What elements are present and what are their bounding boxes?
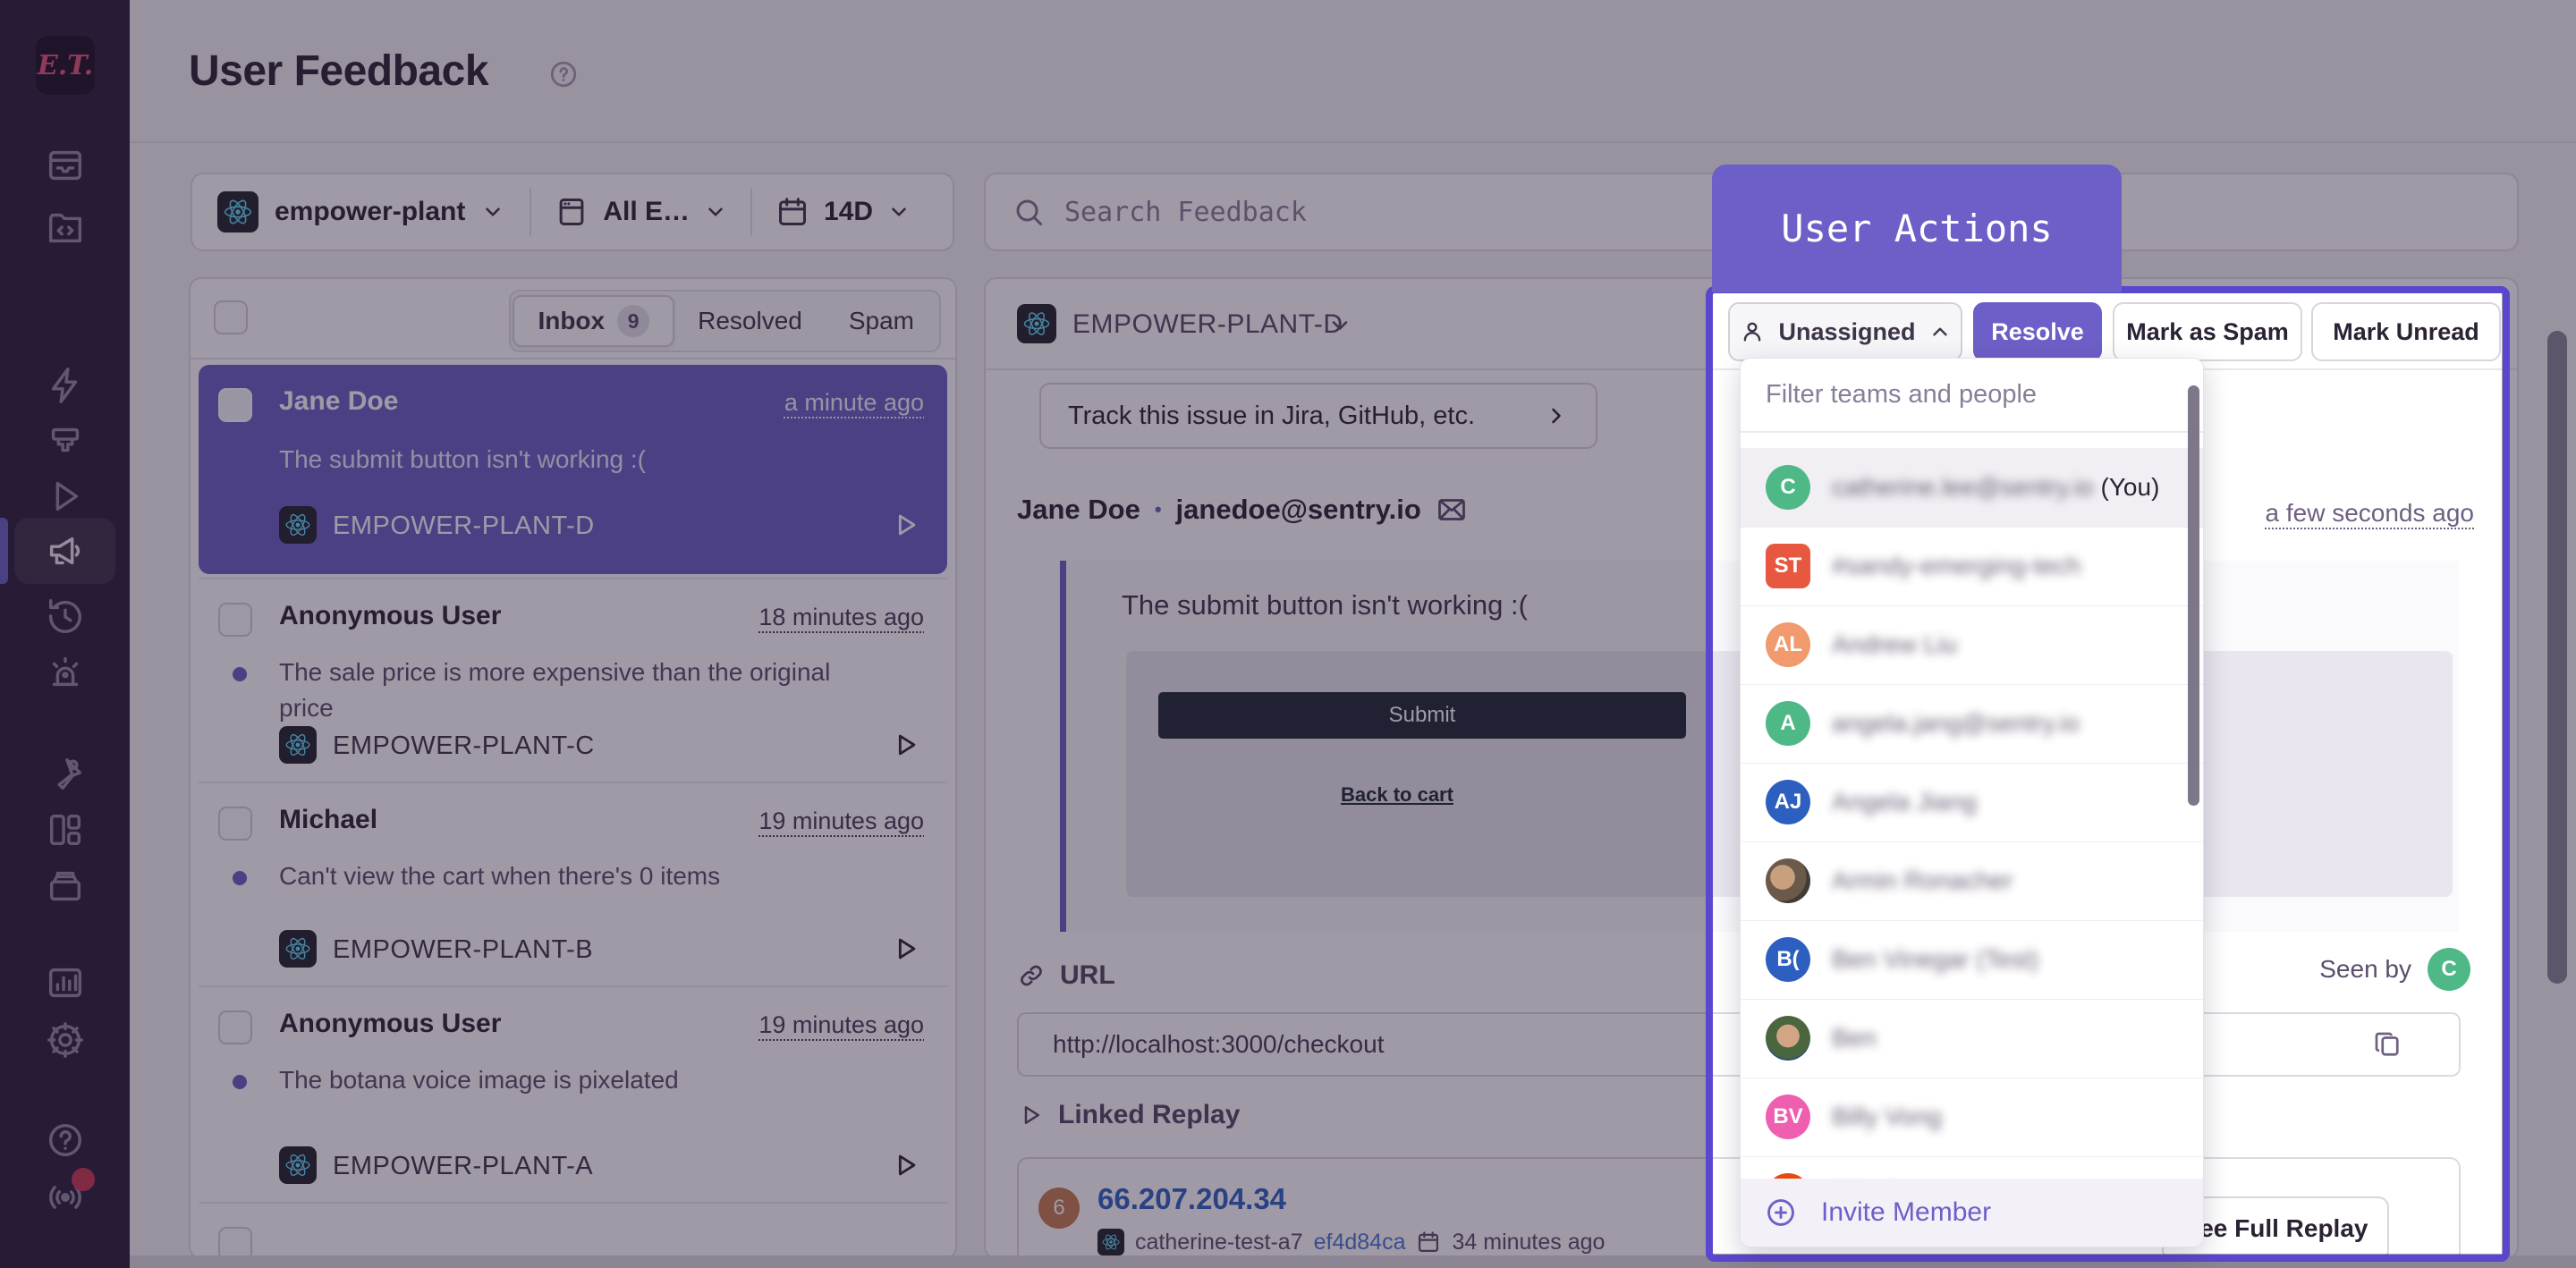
assignee-dropdown: Filter teams and people C catherine.lee@… bbox=[1740, 358, 2204, 1247]
assignee-option[interactable]: Armin Ronacher bbox=[1741, 841, 2203, 921]
assignee-name: Andrew Liu bbox=[1832, 630, 1957, 659]
assignee-filter-placeholder: Filter teams and people bbox=[1766, 380, 2037, 409]
assignee-option[interactable]: B( Ben Vinegar (Test) bbox=[1741, 920, 2203, 1000]
assignee-name: Billy Vong bbox=[1832, 1103, 1942, 1131]
dim-overlay bbox=[0, 0, 2576, 292]
tour-tab: User Actions bbox=[1712, 165, 2122, 292]
plus-circle-icon bbox=[1764, 1196, 1798, 1230]
assignee-name: Ben bbox=[1832, 1024, 1877, 1052]
assignee-name: Armin Ronacher bbox=[1832, 866, 2012, 895]
assignee-filter-input[interactable]: Filter teams and people bbox=[1741, 359, 2203, 433]
avatar: B( bbox=[1766, 937, 1810, 982]
assignee-option[interactable]: ST #sandy-emerging-tech bbox=[1741, 527, 2203, 606]
avatar: BV bbox=[1766, 1095, 1810, 1139]
assignee-option[interactable]: AL Andrew Liu bbox=[1741, 605, 2203, 685]
app-root: E.T. bbox=[0, 0, 2576, 1268]
assignee-option[interactable]: A angela.jang@sentry.io bbox=[1741, 684, 2203, 764]
avatar: A bbox=[1766, 701, 1810, 746]
invite-member-label: Invite Member bbox=[1821, 1197, 1991, 1228]
avatar: ST bbox=[1766, 544, 1810, 588]
assignee-name: #sandy-emerging-tech bbox=[1832, 552, 2081, 580]
assignee-name: angela.jang@sentry.io bbox=[1832, 709, 2080, 738]
avatar: AJ bbox=[1766, 780, 1810, 824]
assignee-you-suffix: (You) bbox=[2101, 473, 2160, 502]
tour-tab-label: User Actions bbox=[1781, 207, 2052, 250]
dim-overlay bbox=[2502, 292, 2576, 1254]
assignee-option[interactable]: Ben bbox=[1741, 999, 2203, 1078]
avatar: C bbox=[1766, 465, 1810, 510]
avatar-photo bbox=[1766, 1016, 1810, 1061]
assignee-option[interactable]: BV Billy Vong bbox=[1741, 1078, 2203, 1157]
assignee-name: Angela Jiang bbox=[1832, 788, 1977, 816]
invite-member-button[interactable]: Invite Member bbox=[1741, 1179, 2203, 1247]
assignee-name: Ben Vinegar (Test) bbox=[1832, 945, 2038, 974]
assignee-option[interactable]: AJ Angela Jiang bbox=[1741, 763, 2203, 842]
assignee-name: catherine.lee@sentry.io bbox=[1832, 473, 2094, 502]
assignee-option[interactable]: C catherine.lee@sentry.io (You) bbox=[1741, 448, 2203, 528]
avatar-photo bbox=[1766, 858, 1810, 903]
dropdown-scrollbar[interactable] bbox=[2188, 385, 2199, 806]
dim-overlay bbox=[0, 292, 1712, 1254]
avatar: AL bbox=[1766, 622, 1810, 667]
